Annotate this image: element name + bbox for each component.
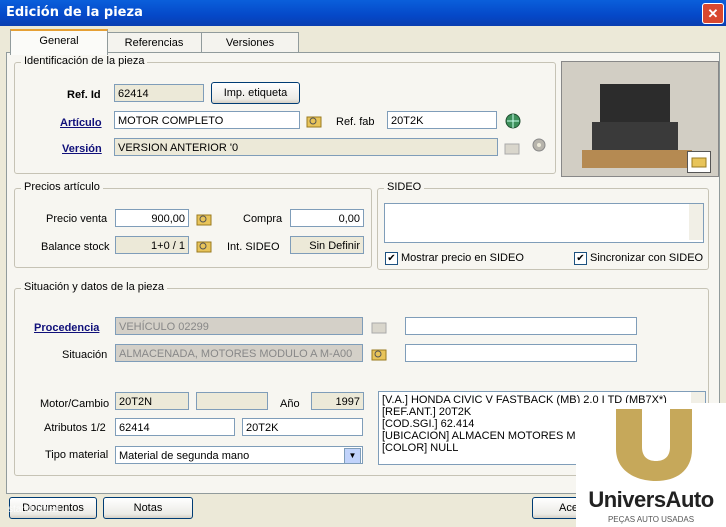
- motor-cambio-label: Motor/Cambio: [40, 398, 110, 410]
- ref-fab-field[interactable]: 20T2K: [387, 111, 497, 129]
- situacion-extra-field[interactable]: [405, 344, 637, 362]
- balance-stock-field[interactable]: 1+0 / 1: [115, 236, 189, 254]
- sideo-scrollbar[interactable]: [689, 204, 703, 240]
- motor-field[interactable]: 20T2N: [115, 392, 189, 410]
- anio-label: Año: [280, 398, 300, 410]
- balance-stock-label: Balance stock: [41, 241, 110, 253]
- articulo-link[interactable]: Artículo: [60, 117, 102, 129]
- atributos-label: Atributos 1/2: [44, 422, 106, 434]
- compra-label: Compra: [243, 213, 283, 225]
- watermark-text: standvirtual: [8, 504, 60, 515]
- procedencia-link[interactable]: Procedencia: [34, 322, 99, 334]
- precio-venta-label: Precio venta: [46, 213, 108, 225]
- window-title: Edición de la pieza: [6, 5, 143, 20]
- tipo-material-label: Tipo material: [45, 449, 109, 461]
- situacion-legend: Situación y datos de la pieza: [21, 281, 168, 293]
- chevron-down-icon[interactable]: ▼: [344, 448, 361, 463]
- situacion-label: Situación: [62, 349, 108, 361]
- ref-id-label: Ref. Id: [67, 89, 101, 101]
- cambio-field[interactable]: [196, 392, 268, 410]
- procedencia-extra-field[interactable]: [405, 317, 637, 335]
- version-field[interactable]: VERSION ANTERIOR '0: [114, 138, 498, 156]
- title-bar: Edición de la pieza ✕: [0, 0, 726, 26]
- version-link[interactable]: Versión: [62, 143, 102, 155]
- precios-legend: Precios artículo: [21, 181, 103, 193]
- int-sideo-label: Int. SIDEO: [227, 241, 280, 253]
- precios-group: Precios artículo: [14, 181, 372, 268]
- tipo-material-value: Material de segunda mano: [119, 450, 250, 462]
- stock-folder-icon[interactable]: [195, 237, 213, 255]
- globe-icon[interactable]: [504, 112, 522, 130]
- atributo1-field[interactable]: 62414: [115, 418, 235, 436]
- logo-brand: UniversAuto: [588, 487, 714, 512]
- ref-fab-label: Ref. fab: [336, 116, 375, 128]
- mostrar-precio-label: Mostrar precio en SIDEO: [401, 252, 524, 264]
- atributo2-field[interactable]: 20T2K: [242, 418, 363, 436]
- int-sideo-field[interactable]: Sin Definir: [290, 236, 364, 254]
- compra-field[interactable]: 0,00: [290, 209, 364, 227]
- precio-venta-field[interactable]: 900,00: [115, 209, 189, 227]
- procedencia-field[interactable]: VEHÍCULO 02299: [115, 317, 363, 335]
- situacion-folder-icon[interactable]: [370, 345, 388, 363]
- articulo-field[interactable]: MOTOR COMPLETO: [114, 111, 300, 129]
- search-folder-icon[interactable]: [305, 112, 323, 130]
- logo-tagline: PEÇAS AUTO USADAS: [607, 515, 695, 524]
- sideo-legend: SIDEO: [384, 181, 425, 193]
- identificacion-legend: Identificación de la pieza: [21, 55, 148, 67]
- sideo-textarea[interactable]: [384, 203, 704, 243]
- tipo-material-select[interactable]: Material de segunda mano ▼: [115, 446, 363, 464]
- procedencia-folder-icon: [370, 318, 388, 336]
- part-photo: [561, 61, 719, 177]
- notas-button[interactable]: Notas: [103, 497, 193, 519]
- sincronizar-label: Sincronizar con SIDEO: [590, 252, 704, 264]
- tab-general[interactable]: General: [10, 29, 108, 55]
- universauto-logo: UniversAuto PEÇAS AUTO USADAS: [576, 403, 726, 527]
- gear-icon[interactable]: [528, 134, 550, 156]
- price-folder-icon[interactable]: [195, 210, 213, 228]
- situacion-field[interactable]: ALMACENADA, MOTORES MODULO A M-A00: [115, 344, 363, 362]
- mostrar-precio-checkbox[interactable]: ✔: [385, 252, 398, 265]
- close-button[interactable]: ✕: [702, 3, 724, 24]
- anio-field[interactable]: 1997: [311, 392, 364, 410]
- tab-versiones[interactable]: Versiones: [201, 32, 299, 53]
- tab-referencias[interactable]: Referencias: [106, 32, 202, 53]
- sincronizar-checkbox[interactable]: ✔: [574, 252, 587, 265]
- imp-etiqueta-button[interactable]: Imp. etiqueta: [211, 82, 300, 104]
- search-folder-disabled-icon: [503, 139, 521, 157]
- ref-id-field[interactable]: 62414: [114, 84, 204, 102]
- open-folder-icon[interactable]: [687, 151, 711, 173]
